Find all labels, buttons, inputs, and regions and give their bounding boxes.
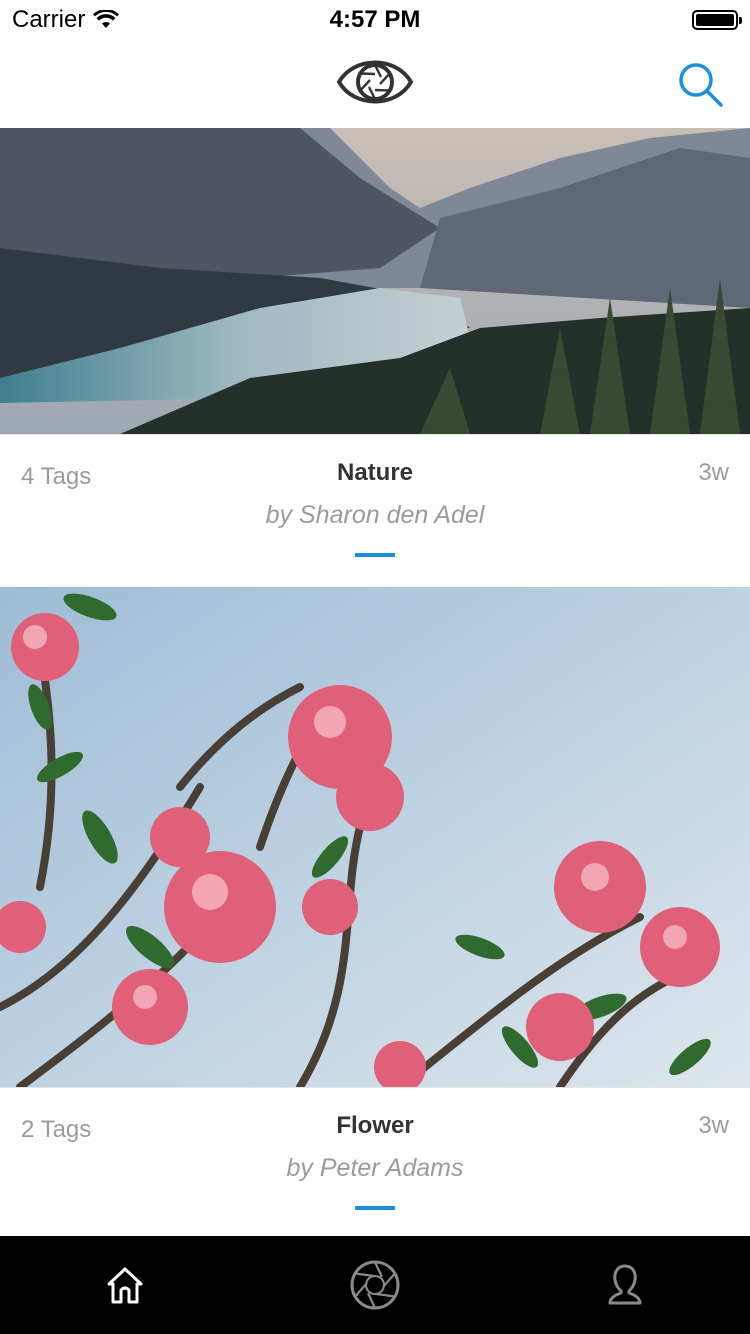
tab-profile[interactable] bbox=[500, 1236, 750, 1334]
feed: 4 Tags Nature by Sharon den Adel 3w 2 Ta… bbox=[0, 128, 750, 1240]
aperture-icon bbox=[350, 1260, 400, 1310]
post-title: Flower bbox=[336, 1112, 414, 1139]
pink-flowers-photo[interactable] bbox=[0, 587, 750, 1087]
accent-divider bbox=[355, 553, 395, 557]
carrier-label: Carrier bbox=[12, 6, 86, 33]
nav-bar bbox=[0, 40, 750, 128]
post-title: Nature bbox=[336, 459, 414, 486]
post-age: 3w bbox=[698, 459, 729, 486]
status-bar: Carrier 4:57 PM bbox=[0, 0, 750, 40]
post-author[interactable]: by Peter Adams bbox=[0, 1154, 750, 1183]
mountain-lake-photo[interactable] bbox=[0, 128, 750, 434]
post-meta: 4 Tags Nature by Sharon den Adel 3w bbox=[0, 434, 750, 587]
wifi-icon bbox=[93, 10, 120, 28]
search-icon[interactable] bbox=[676, 60, 724, 108]
battery-icon bbox=[692, 10, 742, 30]
eye-aperture-logo-icon[interactable] bbox=[336, 52, 414, 112]
post-card[interactable]: 2 Tags Flower by Peter Adams 3w bbox=[0, 587, 750, 1240]
tab-discover[interactable] bbox=[250, 1236, 500, 1334]
status-left: Carrier bbox=[12, 6, 120, 34]
tab-home[interactable] bbox=[0, 1236, 250, 1334]
home-icon bbox=[107, 1267, 143, 1304]
post-card[interactable]: 4 Tags Nature by Sharon den Adel 3w bbox=[0, 128, 750, 587]
post-meta: 2 Tags Flower by Peter Adams 3w bbox=[0, 1087, 750, 1240]
accent-divider bbox=[355, 1206, 395, 1210]
post-author[interactable]: by Sharon den Adel bbox=[0, 501, 750, 530]
post-age: 3w bbox=[698, 1112, 729, 1139]
tab-bar bbox=[0, 1236, 750, 1334]
profile-icon bbox=[608, 1264, 642, 1305]
